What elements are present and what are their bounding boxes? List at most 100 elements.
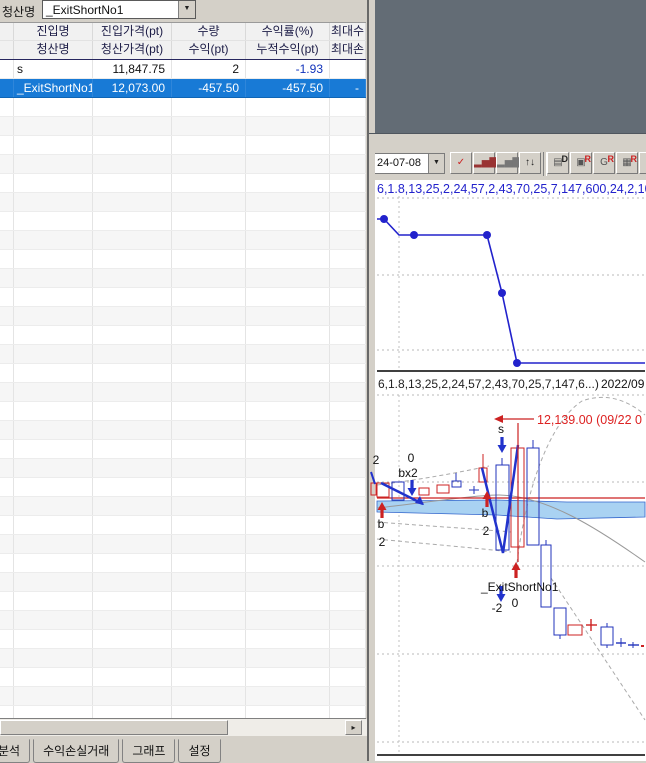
table-empty-row[interactable] xyxy=(0,630,366,649)
table-header: 진입명진입가격(pt)수량수익률(%)최대수 청산명청산가격(pt)수익(pt)… xyxy=(0,22,366,61)
table-cell xyxy=(93,345,172,363)
table-cell xyxy=(246,307,330,325)
trendline-icon[interactable]: ✓ xyxy=(450,152,472,174)
sort-updown-icon[interactable]: ↑↓ xyxy=(519,152,541,174)
strategy-params-text: 6,1.8,13,25,2,24,57,2,43,70,25,7,147,600… xyxy=(377,182,646,196)
tab-4[interactable]: 설정 xyxy=(178,739,220,763)
scrollbar-thumb[interactable] xyxy=(0,720,228,735)
table-cell xyxy=(330,364,366,382)
table-cell xyxy=(93,478,172,496)
table-cell xyxy=(172,288,246,306)
table-row-selected[interactable]: _ExitShortNo112,073.00-457.50-457.50- xyxy=(0,79,366,98)
table-empty-row[interactable] xyxy=(0,288,366,307)
table-empty-row[interactable] xyxy=(0,554,366,573)
table-empty-row[interactable] xyxy=(0,250,366,269)
table-empty-row[interactable] xyxy=(0,516,366,535)
table-cell xyxy=(0,269,14,287)
table-cell xyxy=(14,269,93,287)
table-cell xyxy=(246,326,330,344)
volume-signal-icon[interactable]: ▂▅▇ xyxy=(473,152,495,174)
table-cell xyxy=(330,630,366,648)
table-cell xyxy=(14,440,93,458)
equity-curve-marker xyxy=(380,215,388,223)
table-empty-row[interactable] xyxy=(0,668,366,687)
chart-label: 0 xyxy=(512,596,519,610)
table-cell xyxy=(0,155,14,173)
table-body[interactable]: s11,847.752-1.93_ExitShortNo112,073.00-4… xyxy=(0,60,366,719)
table-empty-row[interactable] xyxy=(0,706,366,719)
chevron-down-icon[interactable]: ▼ xyxy=(428,154,444,173)
table-empty-row[interactable] xyxy=(0,307,366,326)
table-empty-row[interactable] xyxy=(0,174,366,193)
table-empty-row[interactable] xyxy=(0,535,366,554)
table-cell xyxy=(93,440,172,458)
table-cell xyxy=(246,440,330,458)
table-empty-row[interactable] xyxy=(0,326,366,345)
table-cell xyxy=(93,174,172,192)
table-empty-row[interactable] xyxy=(0,136,366,155)
copy-r-icon[interactable]: ▦R xyxy=(616,152,638,174)
table-empty-row[interactable] xyxy=(0,193,366,212)
table-empty-row[interactable] xyxy=(0,212,366,231)
table-empty-row[interactable] xyxy=(0,383,366,402)
table-cell xyxy=(0,687,14,705)
table-cell xyxy=(0,535,14,553)
date-combobox[interactable]: 24-07-08 ▼ xyxy=(375,153,445,174)
table-cell xyxy=(14,630,93,648)
table-cell xyxy=(93,668,172,686)
table-row[interactable]: s11,847.752-1.93 xyxy=(0,60,366,79)
table-empty-row[interactable] xyxy=(0,155,366,174)
table-empty-row[interactable] xyxy=(0,117,366,136)
graph-r-icon[interactable]: GR xyxy=(593,152,615,174)
badge-D: D xyxy=(562,150,569,169)
table-cell xyxy=(330,440,366,458)
table-empty-row[interactable] xyxy=(0,687,366,706)
price-and-equity-chart[interactable]: 6,1.8,13,25,2,24,57,2,43,70,25,7,147,6..… xyxy=(377,196,646,761)
table-empty-row[interactable] xyxy=(0,573,366,592)
table-empty-row[interactable] xyxy=(0,231,366,250)
table-cell xyxy=(93,706,172,719)
tab-2[interactable]: 수익손실거래 xyxy=(33,739,119,763)
header-cell: 진입가격(pt) xyxy=(93,23,172,40)
table-empty-row[interactable] xyxy=(0,497,366,516)
exit-name-combobox[interactable]: _ExitShortNo1 ▼ xyxy=(42,0,196,19)
table-cell xyxy=(330,611,366,629)
table-empty-row[interactable] xyxy=(0,649,366,668)
tab-1[interactable]: 분석 xyxy=(0,739,30,763)
chart-toolbar: 24-07-08 ▼ ✓▂▅▇▂▅▇↑↓▤D▣RGR▦R▢ xyxy=(369,148,646,180)
header-cell xyxy=(0,23,14,40)
table-empty-row[interactable] xyxy=(0,459,366,478)
partial-icon[interactable]: ▢ xyxy=(639,152,646,174)
table-cell xyxy=(246,554,330,572)
table-empty-row[interactable] xyxy=(0,269,366,288)
table-cell xyxy=(330,668,366,686)
table-empty-row[interactable] xyxy=(0,592,366,611)
table-empty-row[interactable] xyxy=(0,364,366,383)
table-empty-row[interactable] xyxy=(0,421,366,440)
table-cell xyxy=(246,345,330,363)
panel-divider xyxy=(369,133,646,148)
table-cell xyxy=(172,611,246,629)
table-empty-row[interactable] xyxy=(0,98,366,117)
table-cell xyxy=(330,554,366,572)
table-empty-row[interactable] xyxy=(0,402,366,421)
table-empty-row[interactable] xyxy=(0,345,366,364)
table-cell xyxy=(93,288,172,306)
chevron-down-icon[interactable]: ▼ xyxy=(178,1,195,18)
table-empty-row[interactable] xyxy=(0,440,366,459)
table-empty-row[interactable] xyxy=(0,611,366,630)
table-cell xyxy=(330,269,366,287)
monitor-r-icon[interactable]: ▣R xyxy=(570,152,592,174)
table-empty-row[interactable] xyxy=(0,478,366,497)
chart-label: _ExitShortNo1 xyxy=(480,580,559,594)
volume-bars-icon[interactable]: ▂▅▇ xyxy=(496,152,518,174)
report-doc-icon[interactable]: ▤D xyxy=(547,152,569,174)
table-cell xyxy=(0,136,14,154)
table-cell xyxy=(172,573,246,591)
horizontal-scrollbar[interactable]: ▸ xyxy=(0,719,367,736)
table-cell xyxy=(93,497,172,515)
table-cell xyxy=(246,136,330,154)
table-cell xyxy=(14,155,93,173)
scrollbar-right-arrow-icon[interactable]: ▸ xyxy=(345,720,362,735)
tab-3[interactable]: 그래프 xyxy=(122,739,175,763)
